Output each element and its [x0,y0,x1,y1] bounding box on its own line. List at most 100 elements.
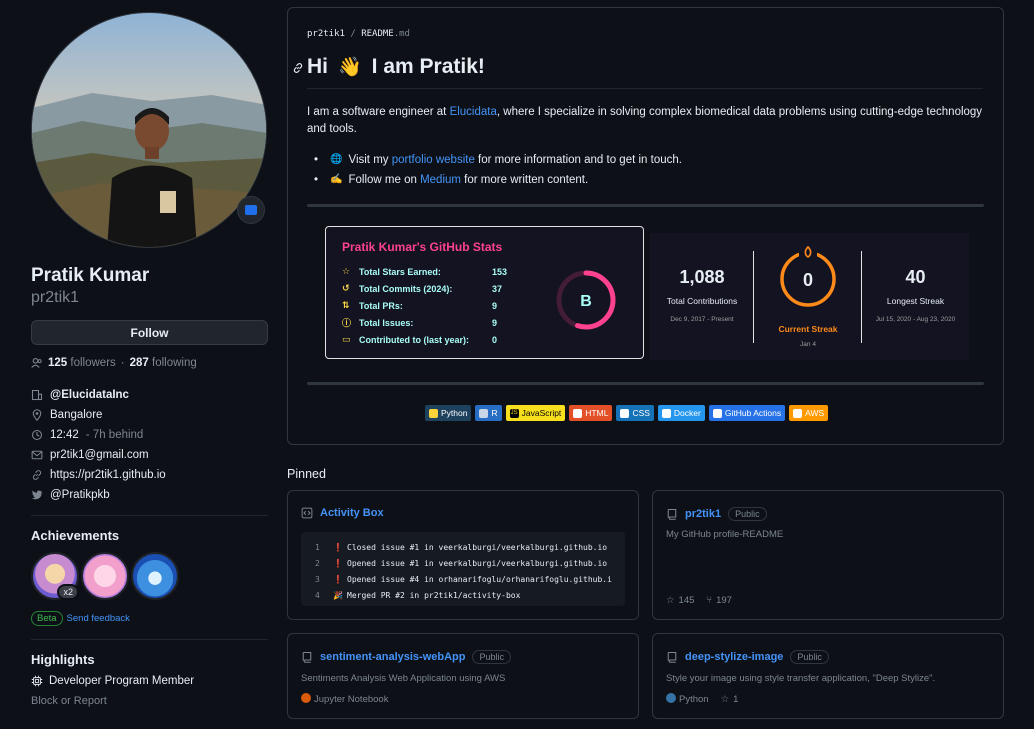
python-icon [429,408,438,418]
repo-language: Jupyter Notebook [301,693,388,705]
star-icon: ☆ [666,595,675,606]
readme-breadcrumb: pr2tik1 / README.md [307,29,410,39]
achievements-heading: Achievements [31,528,120,543]
highlight-developer-program: Developer Program Member [31,675,268,687]
localtime-text: 12:42 [50,429,79,441]
mail-icon [31,449,43,461]
pinned-item-pr2tik1: pr2tik1 Public My GitHub profile-README … [652,490,1004,620]
anchor-link-icon[interactable] [292,62,304,77]
people-icon [31,357,43,369]
send-feedback-link[interactable]: Send feedback [67,613,130,624]
localtime-item: 12:42 - 7h behind [31,425,268,445]
organization-icon [31,389,43,401]
repo-meta: Jupyter Notebook [301,693,388,705]
globe-icon: 🌐 [330,154,343,165]
following-link[interactable]: 287 following [130,357,197,369]
block-or-report-link[interactable]: Block or Report [31,695,268,707]
elucidata-link[interactable]: Elucidata [450,106,497,118]
badge-css[interactable]: CSS [616,405,654,421]
stats-rows: ☆ Total Stars Earned: 153 ↺ Total Commits (… [342,263,507,348]
org-item: @ElucidataInc [31,385,268,405]
badge-docker[interactable]: Docker [657,405,705,421]
list-item: 🌐 Visit my portfolio website for more in… [314,150,682,170]
website-item: https://pr2tik1.github.io [31,465,268,485]
location-item: Bangalore [31,405,268,425]
beta-label: Beta [31,611,63,626]
avatar[interactable] [31,12,267,248]
cpu-icon [31,675,43,687]
status-emoji-button[interactable] [237,196,265,224]
stats-title: Pratik Kumar's GitHub Stats [342,240,503,254]
location-text: Bangalore [50,409,103,421]
website-link[interactable]: https://pr2tik1.github.io [50,469,166,481]
pr2tik1-repo-link[interactable]: pr2tik1 [685,508,721,520]
beta-row: Beta Send feedback [31,611,268,626]
clock-icon [31,429,43,441]
divider [31,639,268,640]
r-icon [479,408,489,418]
stat-row: ↺ Total Commits (2024): 37 [342,283,503,294]
achievements-list: x2 [31,552,268,600]
deep-stylize-repo-link[interactable]: deep-stylize-image [685,651,783,663]
link-icon [31,469,43,481]
badge-github-actions[interactable]: GitHub Actions [708,405,786,421]
achievement-badge-shark[interactable] [131,552,179,600]
visibility-badge: Public [790,650,829,664]
aws-icon [793,408,803,418]
medium-link[interactable]: Medium [420,174,461,186]
stargazers-link[interactable]: ☆ 145 [666,595,694,606]
badge-javascript[interactable]: JS JavaScript [505,405,566,421]
email-link[interactable]: pr2tik1@gmail.com [50,449,149,461]
github-stats-card[interactable]: Pratik Kumar's GitHub Stats ☆ Total Stars… [325,226,644,359]
repo-meta: Python ☆ 1 [666,693,738,705]
code-line: 4 🎉 Merged PR #2 in pr2tik1/activity-box [315,591,521,600]
visibility-badge: Public [728,507,767,521]
stat-row: ⓘ Total Issues: 9 [342,317,498,329]
fork-icon: ⑂ [706,595,713,606]
activity-box-link[interactable]: Activity Box [320,507,384,519]
readme-intro: I am a software engineer at Elucidata, w… [307,106,983,135]
repo-icon [301,651,313,663]
badge-r[interactable]: R [475,405,502,421]
status-icon [245,205,257,215]
divider [753,251,754,343]
list-item: ✍️ Follow me on Medium for more written … [314,170,682,190]
profile-login: pr2tik1 [31,289,80,306]
twitter-link[interactable]: @Pratikpkb [50,489,110,501]
code-line: 3 ❗ Opened issue #4 in orhanarifoglu/orhan… [315,575,612,584]
css3-icon [620,408,630,418]
streak-stats-card[interactable]: 1,088 Total Contributions Dec 9, 2017 - … [650,233,969,360]
javascript-icon: JS [509,408,519,418]
readme-heading: Hi 👋 I am Pratik! [293,55,983,89]
readme-bullets: 🌐 Visit my portfolio website for more in… [314,150,682,190]
achievement-count: x2 [57,584,79,600]
readme-user-link[interactable]: pr2tik1 [307,29,345,39]
follow-button[interactable]: Follow [31,320,268,345]
current-streak-value: 0 [803,270,813,290]
current-streak: 0 Current Streak Jan 4 [755,233,861,360]
longest-streak: 40 Longest Streak Jul 15, 2020 - Aug 23,… [875,267,956,323]
repo-icon: ▭ [342,334,351,344]
badge-html[interactable]: HTML [569,405,613,421]
org-link[interactable]: @ElucidataInc [50,389,129,401]
vcard-details: @ElucidataInc Bangalore 12:42 - 7h behin… [31,385,268,505]
portfolio-link[interactable]: portfolio website [392,154,475,166]
docker-icon [661,408,671,418]
forks-link[interactable]: ⑂ 197 [706,595,732,606]
achievement-badge-yolo[interactable] [81,552,129,600]
stargazers-link[interactable]: ☆ 1 [721,694,739,705]
code-line: 2 ❗ Opened issue #1 in veerkalburgi/veerka… [315,559,608,568]
badge-python[interactable]: Python [425,405,472,421]
code-square-icon [301,507,313,519]
visibility-badge: Public [472,650,511,664]
pinned-item-activity-box: Activity Box 1 ❗ Closed issue #1 in veerka… [287,490,639,620]
followers-link[interactable]: 125 followers [48,357,116,369]
profile-fullname: Pratik Kumar [31,265,150,286]
tech-badges: Python R JS JavaScript HTML CSS Docker Gi… [425,405,829,421]
highlights-heading: Highlights [31,652,95,667]
sentiment-repo-link[interactable]: sentiment-analysis-webApp [320,651,465,663]
badge-aws[interactable]: AWS [789,405,829,421]
achievement-badge-cat[interactable]: x2 [31,552,79,600]
stat-row: ▭ Contributed to (last year): 0 [342,334,498,345]
star-icon: ☆ [342,266,351,276]
